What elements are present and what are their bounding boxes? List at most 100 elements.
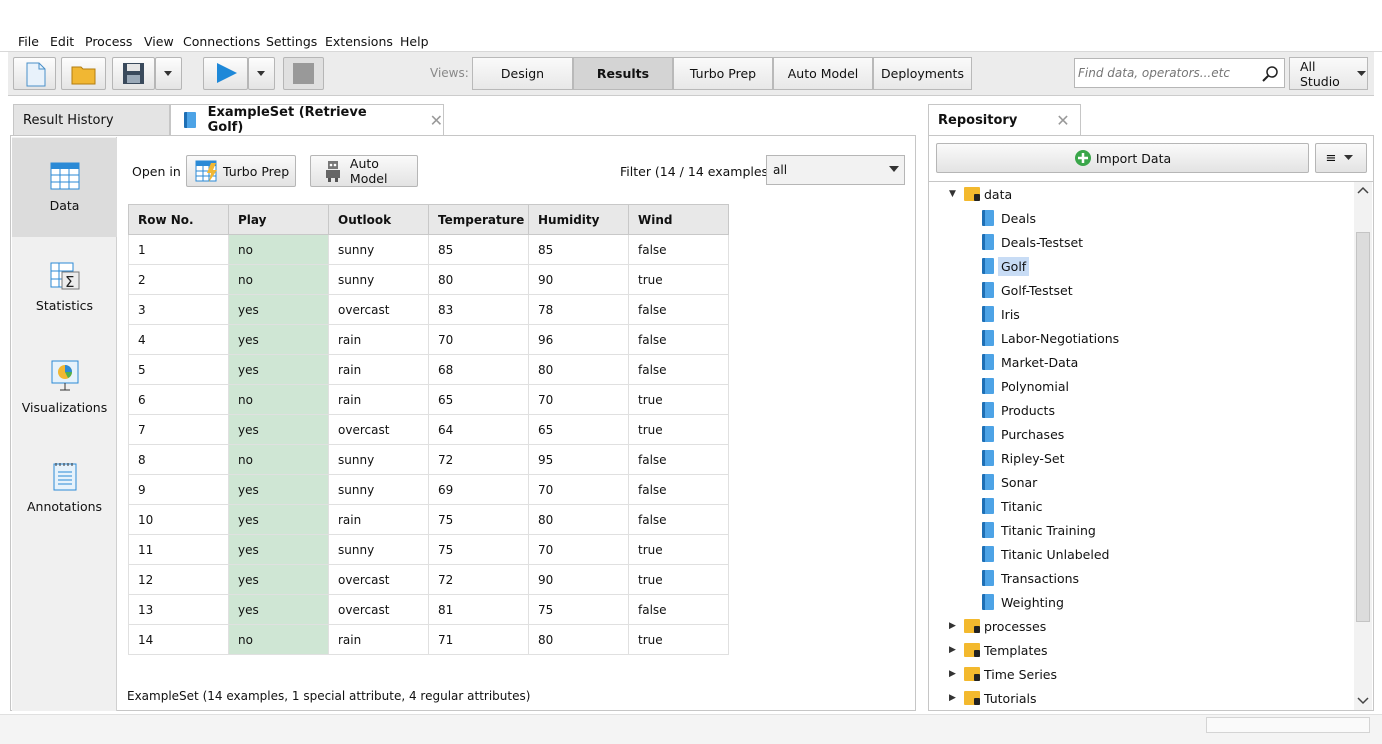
tree-folder[interactable]: ▶ Templates	[949, 639, 1048, 661]
close-icon[interactable]: ✕	[430, 111, 443, 130]
tree-label: Labor-Negotiations	[1001, 330, 1120, 346]
tree-item[interactable]: Weighting	[982, 591, 1064, 613]
table-body: 1 no sunny 85 85 false 2 no sunny 80 90 true 3 yes ove…	[128, 234, 729, 655]
search-box[interactable]	[1074, 58, 1285, 88]
sidenav-data[interactable]: Data	[12, 138, 117, 237]
chevron-down-icon[interactable]	[1357, 696, 1369, 706]
table-cell: 65	[428, 384, 529, 415]
table-row[interactable]: 6 no rain 65 70 true	[128, 384, 729, 415]
collapsed-arrow-icon[interactable]: ▶	[949, 645, 959, 655]
close-icon[interactable]: ✕	[1056, 111, 1069, 130]
column-header[interactable]: Wind	[628, 204, 729, 235]
tree-item[interactable]: Titanic Unlabeled	[982, 543, 1109, 565]
import-data-button[interactable]: Import Data	[936, 143, 1309, 173]
collapsed-arrow-icon[interactable]: ▶	[949, 693, 959, 703]
search-scope-dropdown[interactable]: All Studio	[1289, 57, 1368, 90]
tree-item[interactable]: Transactions	[982, 567, 1079, 589]
tree-item[interactable]: Iris	[982, 303, 1020, 325]
repository-menu-button[interactable]: ≡	[1315, 143, 1367, 173]
table-row[interactable]: 7 yes overcast 64 65 true	[128, 414, 729, 445]
column-header[interactable]: Play	[228, 204, 329, 235]
new-process-button[interactable]	[13, 57, 56, 90]
stop-button[interactable]	[283, 57, 324, 90]
collapsed-arrow-icon[interactable]: ▶	[949, 621, 959, 631]
tree-item[interactable]: Purchases	[982, 423, 1064, 445]
view-deployments-button[interactable]: Deployments	[873, 57, 972, 90]
table-row[interactable]: 8 no sunny 72 95 false	[128, 444, 729, 475]
save-dropdown-button[interactable]	[155, 57, 182, 90]
tree-folder[interactable]: ▶ Time Series	[949, 663, 1057, 685]
tree-item[interactable]: Polynomial	[982, 375, 1069, 397]
table-row[interactable]: 9 yes sunny 69 70 false	[128, 474, 729, 505]
expanded-arrow-icon[interactable]: ▼	[949, 189, 959, 199]
view-auto-model-button[interactable]: Auto Model	[773, 57, 873, 90]
menu-edit[interactable]: Edit	[50, 34, 74, 49]
run-dropdown-button[interactable]	[248, 57, 275, 90]
menu-help[interactable]: Help	[400, 34, 429, 49]
table-row[interactable]: 12 yes overcast 72 90 true	[128, 564, 729, 595]
collapsed-arrow-icon[interactable]: ▶	[949, 669, 959, 679]
table-cell: 70	[428, 324, 529, 355]
tree-item[interactable]: Golf	[982, 255, 1030, 277]
sidenav-statistics[interactable]: Σ Statistics	[12, 238, 117, 337]
tree-item[interactable]: Deals-Testset	[982, 231, 1083, 253]
table-row[interactable]: 10 yes rain 75 80 false	[128, 504, 729, 535]
tree-folder[interactable]: ▶ processes	[949, 615, 1046, 637]
open-auto-model-button[interactable]: Auto Model	[310, 155, 418, 187]
view-turbo-prep-button[interactable]: Turbo Prep	[673, 57, 773, 90]
tree-item[interactable]: Products	[982, 399, 1055, 421]
tree-item[interactable]: Golf-Testset	[982, 279, 1073, 301]
menu-view[interactable]: View	[144, 34, 174, 49]
tree-folder-data[interactable]: ▼ data	[949, 183, 1012, 205]
menu-connections[interactable]: Connections	[183, 34, 260, 49]
table-row[interactable]: 3 yes overcast 83 78 false	[128, 294, 729, 325]
tree-item[interactable]: Ripley-Set	[982, 447, 1064, 469]
table-row[interactable]: 13 yes overcast 81 75 false	[128, 594, 729, 625]
column-header[interactable]: Humidity	[528, 204, 629, 235]
table-row[interactable]: 2 no sunny 80 90 true	[128, 264, 729, 295]
table-row[interactable]: 4 yes rain 70 96 false	[128, 324, 729, 355]
view-results-button[interactable]: Results	[573, 57, 673, 90]
tree-item[interactable]: Deals	[982, 207, 1036, 229]
tree-item[interactable]: Titanic	[982, 495, 1043, 517]
open-turbo-prep-button[interactable]: Turbo Prep	[186, 155, 296, 187]
save-button[interactable]	[112, 57, 155, 90]
tree-item[interactable]: Sonar	[982, 471, 1037, 493]
tab-exampleset[interactable]: ExampleSet (Retrieve Golf) ✕	[170, 104, 444, 135]
tree-item[interactable]: Market-Data	[982, 351, 1078, 373]
table-cell: 70	[528, 384, 629, 415]
chevron-up-icon[interactable]	[1357, 185, 1369, 195]
table-row[interactable]: 1 no sunny 85 85 false	[128, 234, 729, 265]
tree-label: Products	[1001, 402, 1055, 418]
table-cell: 80	[528, 624, 629, 655]
menu-icon: ≡	[1325, 150, 1337, 166]
table-row[interactable]: 5 yes rain 68 80 false	[128, 354, 729, 385]
tab-result-history[interactable]: Result History	[13, 104, 170, 135]
tab-repository[interactable]: Repository ✕	[928, 104, 1081, 135]
table-cell: 4	[128, 324, 229, 355]
column-header[interactable]: Row No.	[128, 204, 229, 235]
run-button[interactable]	[203, 57, 248, 90]
open-process-button[interactable]	[61, 57, 106, 90]
table-row[interactable]: 14 no rain 71 80 true	[128, 624, 729, 655]
menu-process[interactable]: Process	[85, 34, 132, 49]
sidenav-visualizations[interactable]: Visualizations	[12, 338, 117, 437]
sidenav-annotations[interactable]: Annotations	[12, 438, 117, 537]
tree-item[interactable]: Titanic Training	[982, 519, 1096, 541]
filter-select[interactable]: all	[766, 155, 905, 185]
menu-file[interactable]: File	[18, 34, 39, 49]
search-input[interactable]	[1078, 63, 1253, 83]
tree-scrollbar[interactable]	[1354, 182, 1372, 710]
table-cell: no	[228, 384, 329, 415]
menu-settings[interactable]: Settings	[266, 34, 317, 49]
view-design-button[interactable]: Design	[472, 57, 573, 90]
search-icon[interactable]	[1261, 64, 1281, 84]
tree-folder[interactable]: ▶ Tutorials	[949, 687, 1036, 709]
column-header[interactable]: Temperature	[428, 204, 529, 235]
menu-extensions[interactable]: Extensions	[325, 34, 393, 49]
table-row[interactable]: 11 yes sunny 75 70 true	[128, 534, 729, 565]
column-header[interactable]: Outlook	[328, 204, 429, 235]
table-cell: yes	[228, 294, 329, 325]
scrollbar-thumb[interactable]	[1356, 232, 1370, 622]
tree-item[interactable]: Labor-Negotiations	[982, 327, 1119, 349]
